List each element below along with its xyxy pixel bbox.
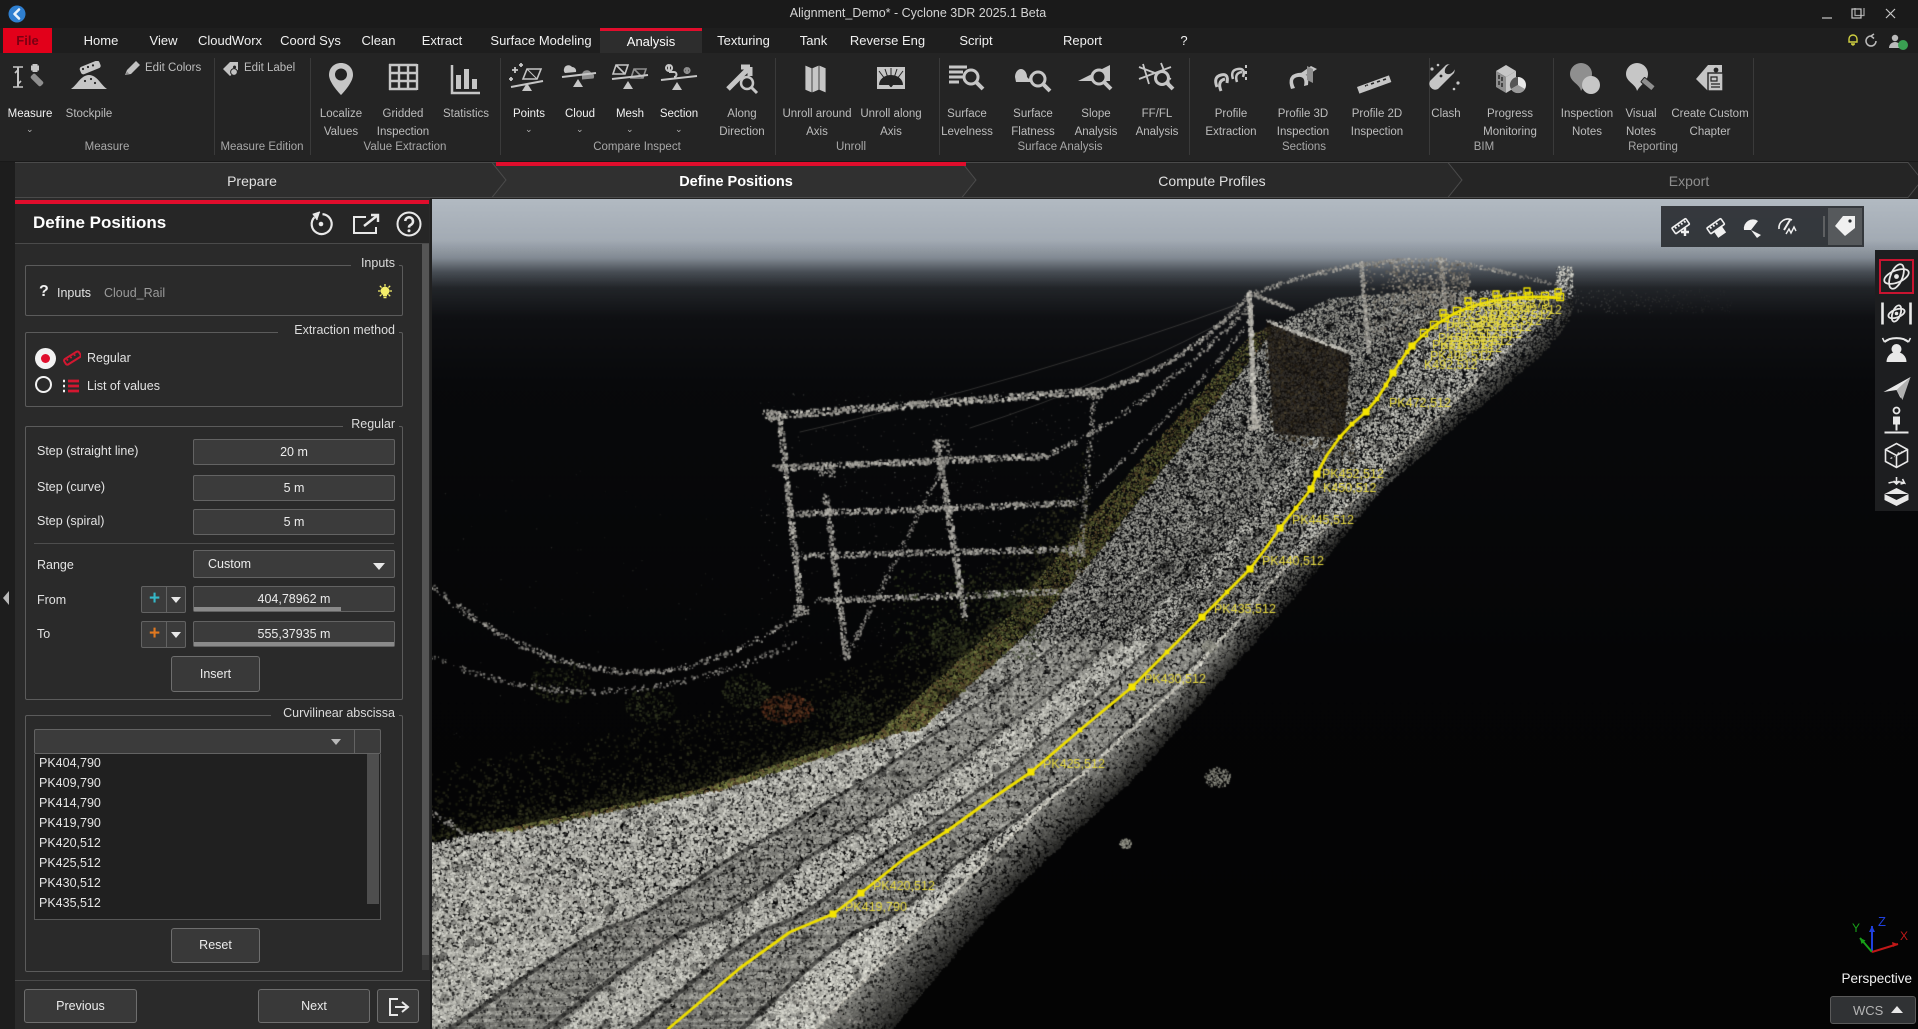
svg-text:X: X bbox=[1900, 929, 1908, 943]
svg-text:Export: Export bbox=[1669, 173, 1710, 189]
svg-text:Compute Profiles: Compute Profiles bbox=[1158, 173, 1265, 189]
svg-text:Z: Z bbox=[1878, 914, 1886, 929]
svg-text:Define Positions: Define Positions bbox=[679, 174, 793, 190]
svg-text:Prepare: Prepare bbox=[227, 173, 277, 189]
svg-text:Y: Y bbox=[1852, 921, 1860, 935]
